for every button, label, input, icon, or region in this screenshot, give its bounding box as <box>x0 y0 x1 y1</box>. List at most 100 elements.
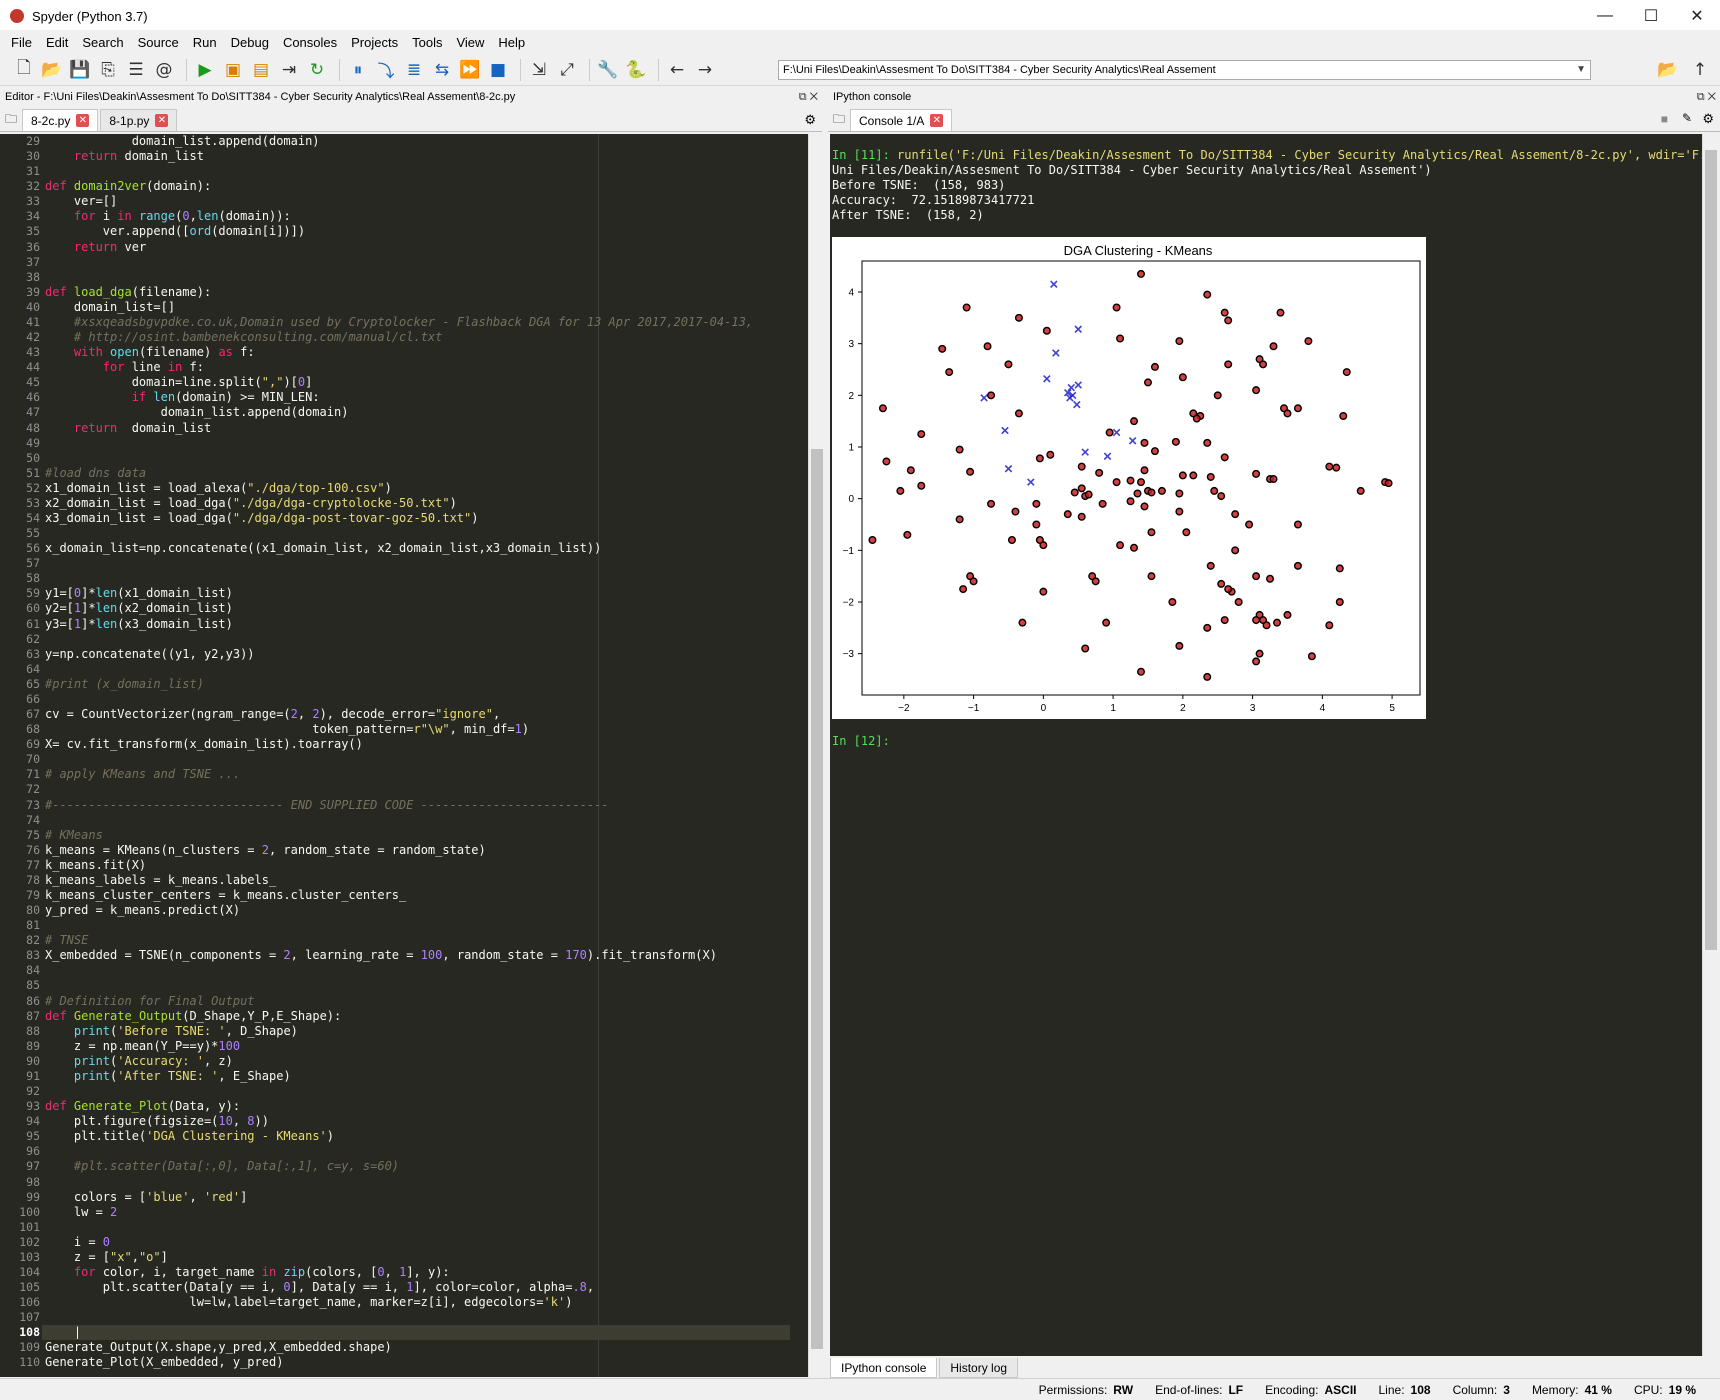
run-selection-icon[interactable]: ⇥ <box>277 58 301 82</box>
browse-tabs-icon[interactable]: 🗀 <box>0 109 22 131</box>
code-line[interactable]: for line in f: <box>45 360 204 374</box>
code-line[interactable]: ver.append([ord(domain[i])]) <box>45 224 305 238</box>
code-line[interactable]: x1_domain_list = load_alexa("./dga/top-1… <box>45 481 392 495</box>
code-line[interactable]: token_pattern=r"\w", min_df=1) <box>45 722 529 736</box>
code-line[interactable]: x2_domain_list = load_dga("./dga/dga-cry… <box>45 496 457 510</box>
working-directory-combobox[interactable]: F:\Uni Files\Deakin\Assesment To Do\SITT… <box>778 60 1591 80</box>
code-line[interactable]: def Generate_Plot(Data, y): <box>45 1099 240 1113</box>
fullscreen-icon[interactable]: ⤢ <box>555 58 579 82</box>
new-file-icon[interactable]: 🗋 <box>12 58 36 82</box>
code-editor[interactable]: 29 domain_list.append(domain) 30 return d… <box>0 134 808 1377</box>
code-line[interactable]: print('After TSNE: ', E_Shape) <box>45 1069 291 1083</box>
menu-debug[interactable]: Debug <box>224 35 276 50</box>
undock-close-icon[interactable]: ⧉ ✕ <box>1697 88 1716 106</box>
tab-console-1[interactable]: Console 1/A ✕ <box>850 109 953 131</box>
code-line[interactable]: return domain_list <box>45 149 204 163</box>
code-line[interactable]: k_means.fit(X) <box>45 858 146 872</box>
code-line[interactable]: # apply KMeans and TSNE ... <box>45 767 240 781</box>
menu-source[interactable]: Source <box>131 35 186 50</box>
tab-8-2c[interactable]: 8-2c.py ✕ <box>22 109 99 131</box>
code-line[interactable]: plt.scatter(Data[y == i, 0], Data[y == i… <box>45 1280 594 1294</box>
code-line[interactable]: lw = 2 <box>45 1205 117 1219</box>
rerun-icon[interactable]: ↻ <box>305 58 329 82</box>
editor-scrollbar[interactable] <box>808 134 823 1377</box>
code-line[interactable]: ver=[] <box>45 194 117 208</box>
code-line[interactable]: y2=[1]*len(x2_domain_list) <box>45 601 233 615</box>
code-line[interactable]: print('Accuracy: ', z) <box>45 1054 233 1068</box>
tab-history-log[interactable]: History log <box>939 1358 1019 1378</box>
gear-icon[interactable]: ⚙ <box>804 112 816 128</box>
menu-help[interactable]: Help <box>491 35 532 50</box>
code-line[interactable]: i = 0 <box>45 1235 110 1249</box>
maximize-pane-icon[interactable]: ⇲ <box>527 58 551 82</box>
undock-close-icon[interactable]: ⧉ ✕ <box>799 88 818 106</box>
code-line[interactable]: k_means = KMeans(n_clusters = 2, random_… <box>45 843 486 857</box>
code-line[interactable]: Generate_Plot(X_embedded, y_pred) <box>45 1355 283 1369</box>
menu-search[interactable]: Search <box>75 35 130 50</box>
code-line[interactable]: for color, i, target_name in zip(colors,… <box>45 1265 450 1279</box>
save-icon[interactable]: 💾 <box>68 58 92 82</box>
close-button[interactable]: ✕ <box>1674 0 1720 32</box>
code-line[interactable]: X_embedded = TSNE(n_components = 2, lear… <box>45 948 717 962</box>
code-line[interactable]: x3_domain_list = load_dga("./dga/dga-pos… <box>45 511 479 525</box>
tab-ipython-console[interactable]: IPython console <box>830 1358 938 1378</box>
code-line[interactable]: def domain2ver(domain): <box>45 179 211 193</box>
continue-icon[interactable]: ⇆ <box>430 58 454 82</box>
code-line[interactable]: y3=[1]*len(x3_domain_list) <box>45 617 233 631</box>
code-line[interactable]: x_domain_list=np.concatenate((x1_domain_… <box>45 541 601 555</box>
console-prompt[interactable]: In [12]: <box>832 734 890 748</box>
menu-tools[interactable]: Tools <box>405 35 449 50</box>
code-line[interactable]: z = np.mean(Y_P==y)*100 <box>45 1039 240 1053</box>
browse-tabs-icon[interactable]: 🗀 <box>828 109 850 131</box>
code-line[interactable]: # TNSE <box>45 933 88 947</box>
maximize-button[interactable]: ☐ <box>1628 0 1674 32</box>
code-line[interactable]: #print (x_domain_list) <box>45 677 204 691</box>
chevron-down-icon[interactable]: ▼ <box>1576 61 1586 79</box>
code-line[interactable]: # KMeans <box>45 828 103 842</box>
code-line[interactable]: domain_list.append(domain) <box>45 134 320 148</box>
code-line[interactable]: k_means_cluster_centers = k_means.cluste… <box>45 888 406 902</box>
code-line[interactable]: plt.title('DGA Clustering - KMeans') <box>45 1129 334 1143</box>
code-line[interactable]: def Generate_Output(D_Shape,Y_P,E_Shape)… <box>45 1009 341 1023</box>
code-line[interactable]: cv = CountVectorizer(ngram_range=(2, 2),… <box>45 707 500 721</box>
code-line[interactable]: y_pred = k_means.predict(X) <box>45 903 240 917</box>
debug-step-icon[interactable]: ⏸ <box>346 58 370 82</box>
forward-icon[interactable]: → <box>693 58 717 82</box>
code-line[interactable]: print('Before TSNE: ', D_Shape) <box>45 1024 298 1038</box>
code-line[interactable]: #load dns data <box>45 466 146 480</box>
code-line[interactable]: lw=lw,label=target_name, marker=z[i], ed… <box>45 1295 572 1309</box>
code-line[interactable]: for i in range(0,len(domain)): <box>45 209 291 223</box>
back-icon[interactable]: ← <box>665 58 689 82</box>
menu-view[interactable]: View <box>449 35 491 50</box>
code-line[interactable]: X= cv.fit_transform(x_domain_list).toarr… <box>45 737 363 751</box>
run-cell-advance-icon[interactable]: ▤ <box>249 58 273 82</box>
code-line[interactable]: Generate_Output(X.shape,y_pred,X_embedde… <box>45 1340 392 1354</box>
step-return-icon[interactable]: ≣ <box>402 58 426 82</box>
code-line[interactable]: #xsxqeadsbgvpdke.co.uk,Domain used by Cr… <box>45 315 753 329</box>
code-line[interactable]: domain_list.append(domain) <box>45 405 349 419</box>
code-line[interactable]: domain=line.split(",")[0] <box>45 375 313 389</box>
editor-scrollbar-thumb[interactable] <box>811 449 823 1349</box>
run-cell-icon[interactable]: ▣ <box>221 58 245 82</box>
outline-icon[interactable]: ☰ <box>124 58 148 82</box>
code-line[interactable]: def load_dga(filename): <box>45 285 211 299</box>
step-into-icon[interactable]: ⤵ <box>374 58 398 82</box>
close-tab-icon[interactable]: ✕ <box>155 114 169 127</box>
code-line[interactable]: y=np.concatenate((y1, y2,y3)) <box>45 647 255 661</box>
stop-icon[interactable]: ■ <box>486 58 510 82</box>
code-line[interactable]: if len(domain) >= MIN_LEN: <box>45 390 320 404</box>
python-path-icon[interactable]: 🐍 <box>624 58 648 82</box>
code-line[interactable]: #-------------------------------- END SU… <box>45 798 609 812</box>
menu-edit[interactable]: Edit <box>39 35 75 50</box>
menu-file[interactable]: File <box>4 35 39 50</box>
code-line[interactable]: return domain_list <box>45 421 211 435</box>
close-tab-icon[interactable]: ✕ <box>76 114 90 127</box>
code-line[interactable]: y1=[0]*len(x1_domain_list) <box>45 586 233 600</box>
code-line[interactable]: plt.figure(figsize=(10, 8)) <box>45 1114 269 1128</box>
console-scrollbar[interactable] <box>1702 134 1718 1356</box>
menu-projects[interactable]: Projects <box>344 35 405 50</box>
open-folder-icon[interactable]: 📂 <box>40 58 64 82</box>
code-line[interactable]: # http://osint.bambenekconsulting.com/ma… <box>45 330 442 344</box>
code-line[interactable]: colors = ['blue', 'red'] <box>45 1190 247 1204</box>
code-line[interactable]: # Definition for Final Output <box>45 994 255 1008</box>
